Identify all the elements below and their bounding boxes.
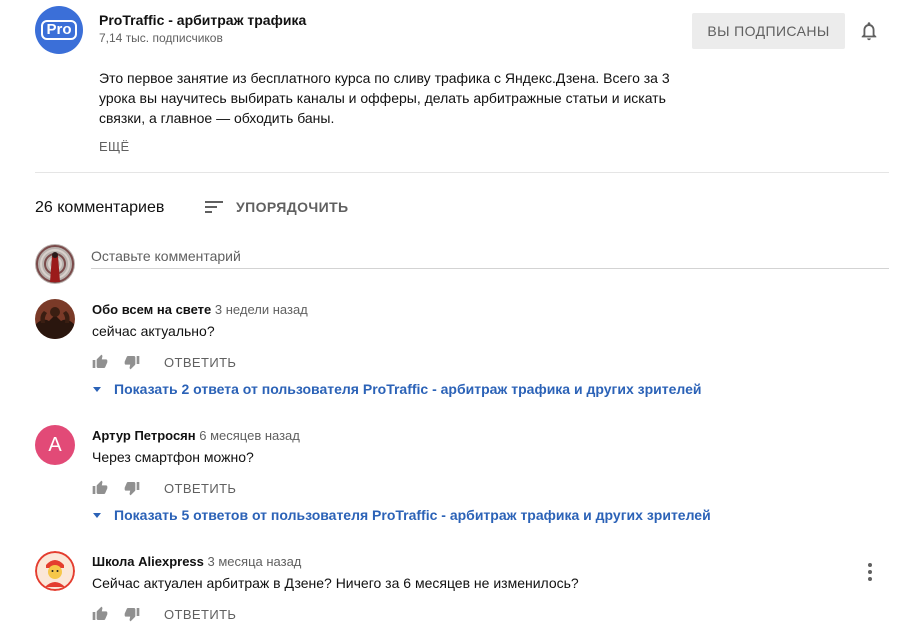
- comment-time[interactable]: 6 месяцев назад: [199, 428, 300, 443]
- page: Pro ProTraffic - арбитраж трафика 7,14 т…: [0, 0, 913, 626]
- comment-author[interactable]: Артур Петросян: [92, 428, 196, 443]
- bell-icon[interactable]: [858, 20, 880, 42]
- avatar[interactable]: [35, 551, 75, 591]
- thumb-down-icon[interactable]: [124, 606, 140, 622]
- thumb-up-icon[interactable]: [92, 606, 108, 622]
- sort-icon: [205, 201, 223, 213]
- channel-avatar[interactable]: Pro: [35, 6, 83, 54]
- show-replies-button[interactable]: Показать 5 ответов от пользователя ProTr…: [90, 507, 711, 523]
- avatar[interactable]: [35, 299, 75, 339]
- comment-header: Школа Aliexpress 3 месяца назад: [92, 554, 301, 569]
- comment-author[interactable]: Обо всем на свете: [92, 302, 211, 317]
- commenter-avatar-image: [35, 551, 75, 591]
- avatar[interactable]: А: [35, 425, 75, 465]
- reply-button[interactable]: ОТВЕТИТЬ: [164, 355, 236, 370]
- show-replies-label: Показать 5 ответов от пользователя ProTr…: [114, 507, 711, 523]
- comment-header: Артур Петросян 6 месяцев назад: [92, 428, 300, 443]
- comment-actions: ОТВЕТИТЬ: [92, 479, 236, 497]
- comment-time[interactable]: 3 недели назад: [215, 302, 308, 317]
- thumb-down-icon[interactable]: [124, 354, 140, 370]
- thumb-up-icon[interactable]: [92, 354, 108, 370]
- channel-logo: Pro: [41, 20, 77, 40]
- reply-button[interactable]: ОТВЕТИТЬ: [164, 481, 236, 496]
- user-avatar-image: [35, 244, 75, 284]
- commenter-avatar-image: [35, 299, 75, 339]
- caret-down-icon: [93, 513, 101, 518]
- comment-actions: ОТВЕТИТЬ: [92, 353, 236, 371]
- divider: [35, 172, 889, 173]
- comment-header: Обо всем на свете 3 недели назад: [92, 302, 308, 317]
- video-description: Это первое занятие из бесплатного курса …: [99, 70, 670, 126]
- show-more-link[interactable]: ЕЩЁ: [99, 139, 129, 154]
- channel-name[interactable]: ProTraffic - арбитраж трафика: [99, 12, 306, 28]
- comment-time[interactable]: 3 месяца назад: [208, 554, 302, 569]
- thumb-down-icon[interactable]: [124, 480, 140, 496]
- reply-button[interactable]: ОТВЕТИТЬ: [164, 607, 236, 622]
- sort-button[interactable]: УПОРЯДОЧИТЬ: [204, 196, 349, 218]
- more-options-icon[interactable]: [862, 562, 878, 582]
- comment-input[interactable]: [91, 244, 889, 269]
- avatar[interactable]: [35, 244, 75, 284]
- sort-label: УПОРЯДОЧИТЬ: [236, 199, 349, 215]
- comment-actions: ОТВЕТИТЬ: [92, 605, 236, 623]
- subscriber-count: 7,14 тыс. подписчиков: [99, 31, 223, 45]
- comment-text: Через смартфон можно?: [92, 449, 254, 465]
- comment-text: Сейчас актуален арбитраж в Дзене? Ничего…: [92, 575, 579, 591]
- caret-down-icon: [93, 387, 101, 392]
- show-replies-label: Показать 2 ответа от пользователя ProTra…: [114, 381, 702, 397]
- avatar-letter: А: [48, 433, 62, 456]
- subscribed-button[interactable]: ВЫ ПОДПИСАНЫ: [692, 13, 845, 49]
- comments-count: 26 комментариев: [35, 199, 165, 216]
- comment-author[interactable]: Школа Aliexpress: [92, 554, 204, 569]
- comment-text: сейчас актуально?: [92, 323, 215, 339]
- show-replies-button[interactable]: Показать 2 ответа от пользователя ProTra…: [90, 381, 702, 397]
- thumb-up-icon[interactable]: [92, 480, 108, 496]
